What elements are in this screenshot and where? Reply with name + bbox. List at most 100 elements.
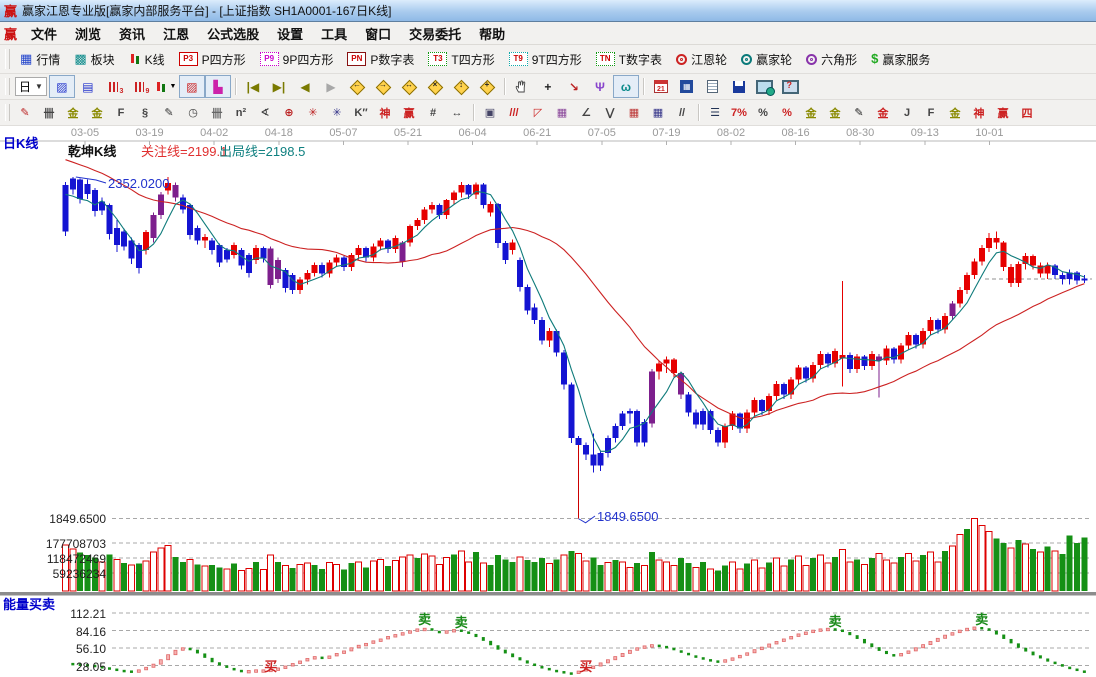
- draw-tool-spiral-tool[interactable]: §: [133, 101, 157, 124]
- draw-tool-grid-123[interactable]: #: [421, 101, 445, 124]
- menu-item-help[interactable]: 帮助: [470, 22, 514, 45]
- draw-tool-f-ruler[interactable]: F: [109, 101, 133, 124]
- draw-tool-h-extend[interactable]: ↔: [445, 101, 469, 124]
- toolbar-button-calendar[interactable]: 21: [648, 75, 674, 98]
- toolbar-button-notebook[interactable]: [700, 75, 726, 98]
- toolbar-button-drag-hand[interactable]: [509, 75, 535, 98]
- draw-tool-grid-red[interactable]: ▦: [622, 101, 646, 124]
- draw-tool-gann-web-box[interactable]: ✳: [325, 101, 349, 124]
- toolbar-button-t9-square[interactable]: T9 9T四方形: [502, 48, 589, 71]
- draw-tool-shen-angle[interactable]: 神: [967, 101, 991, 124]
- toolbar-button-k3-chart[interactable]: 3: [101, 75, 127, 98]
- menu-item-news[interactable]: 资讯: [110, 22, 154, 45]
- menu-item-tools[interactable]: 工具: [312, 22, 356, 45]
- draw-tool-ying-angle[interactable]: 赢: [991, 101, 1015, 124]
- toolbar-button-h-scale[interactable]: ↔: [396, 75, 422, 98]
- toolbar-button-save[interactable]: [726, 75, 752, 98]
- toolbar-button-market-quotes[interactable]: ▦ 行情: [13, 48, 67, 71]
- toolbar-button-k9-chart[interactable]: 9: [127, 75, 153, 98]
- chart-canvas[interactable]: [0, 126, 1096, 677]
- menu-item-file[interactable]: 文件: [22, 22, 66, 45]
- toolbar-button-t-square[interactable]: T3 T四方形: [421, 48, 501, 71]
- menu-item-trade-entrust[interactable]: 交易委托: [400, 22, 470, 45]
- toolbar-button-p9-square[interactable]: P9 9P四方形: [253, 48, 341, 71]
- toolbar-button-compress[interactable]: ×: [422, 75, 448, 98]
- draw-tool-parallel-lines[interactable]: //: [670, 101, 694, 124]
- chart-area[interactable]: 日K线 乾坤K线 关注线=2199.1 出局线=2198.5 2352.0200…: [0, 126, 1096, 677]
- toolbar-button-expand[interactable]: +: [474, 75, 500, 98]
- period-selector-dropdown[interactable]: 日 ▼: [15, 77, 47, 96]
- draw-tool-fan-lines[interactable]: ///: [502, 101, 526, 124]
- toolbar-button-winner-service[interactable]: $ 赢家服务: [864, 48, 937, 71]
- toolbar-button-goto-first[interactable]: |◀: [240, 75, 266, 98]
- draw-tool-pen-candle[interactable]: ✎: [847, 101, 871, 124]
- toolbar-button-p-square[interactable]: P3 P四方形: [172, 48, 253, 71]
- toolbar-button-next-bar[interactable]: ▶: [318, 75, 344, 98]
- draw-tool-zigzag[interactable]: ⋁: [598, 101, 622, 124]
- toolbar-button-candle-type[interactable]: ▼: [153, 75, 179, 98]
- toolbar-button-line-picker[interactable]: ↘: [561, 75, 587, 98]
- draw-tool-circle-cross[interactable]: ⊕: [277, 101, 301, 124]
- toolbar-button-volume-profile[interactable]: ▙: [204, 75, 231, 98]
- draw-tool-ruler-marks[interactable]: 卌: [37, 101, 61, 124]
- draw-tool-n-square[interactable]: n²: [229, 101, 253, 124]
- draw-tool-fan-box[interactable]: ◸: [526, 101, 550, 124]
- t-digit-table-icon: TN: [595, 52, 615, 66]
- toolbar-button-list-view[interactable]: ▤: [75, 75, 101, 98]
- draw-tool-angle-rays[interactable]: ∠: [574, 101, 598, 124]
- toolbar-button-network-data[interactable]: [752, 75, 778, 98]
- draw-tool-pen-ruler[interactable]: ✎: [157, 101, 181, 124]
- toolbar-button-winner-wheel[interactable]: Big赢家轮: [734, 48, 799, 71]
- toolbar-button-gann-wheel[interactable]: 江恩轮: [669, 48, 734, 71]
- draw-tool-ruler-dense[interactable]: 卌: [205, 101, 229, 124]
- draw-tool-golden-ruler-2[interactable]: 金: [85, 101, 109, 124]
- toolbar-button-pattern-red[interactable]: ▨: [178, 75, 205, 98]
- draw-tool-draw-knife[interactable]: ✎: [13, 101, 37, 124]
- draw-tool-box-select[interactable]: ▣: [478, 101, 502, 124]
- toolbar-button-shift-right[interactable]: →: [370, 75, 396, 98]
- toolbar-button-analysis-tool[interactable]: ω: [612, 75, 639, 98]
- draw-tool-gold-level[interactable]: 金: [823, 101, 847, 124]
- draw-tool-cycle-circle[interactable]: ◷: [181, 101, 205, 124]
- draw-tool-j-angle[interactable]: J: [895, 101, 919, 124]
- toolbar-button-calculator[interactable]: ▦: [674, 75, 700, 98]
- toolbar-grip: [5, 77, 10, 96]
- draw-tool-ying-grid[interactable]: 赢: [397, 101, 421, 124]
- draw-tool-si-angle[interactable]: 四: [1015, 101, 1039, 124]
- draw-tool-f-angle[interactable]: F: [919, 101, 943, 124]
- toolbar-button-sectors[interactable]: ▩ 板块: [67, 48, 121, 71]
- draw-tool-gold-circle[interactable]: 金: [799, 101, 823, 124]
- toolbar-button-gann-shape-tool[interactable]: Ψ: [587, 75, 613, 98]
- toolbar-button-pattern-view[interactable]: ▨: [48, 75, 75, 98]
- draw-tool-angle-mirror[interactable]: ∢: [253, 101, 277, 124]
- draw-tool-percent-line[interactable]: %: [775, 101, 799, 124]
- toolbar-button-hexagon[interactable]: 六角形: [799, 48, 864, 71]
- draw-tool-k-mark[interactable]: K″: [349, 101, 373, 124]
- toolbar-button-v-scale[interactable]: ↕: [448, 75, 474, 98]
- analysis-tool-icon: ω: [620, 79, 631, 94]
- toolbar-button-p-digit-table[interactable]: PN P数字表: [340, 48, 421, 71]
- v-scale-diamond-icon: ↕: [453, 79, 470, 95]
- draw-tool-grid-blue[interactable]: ▦: [646, 101, 670, 124]
- draw-tool-seven-percent[interactable]: 7%: [727, 101, 751, 124]
- toolbar-button-prev-bar[interactable]: ◀: [292, 75, 318, 98]
- draw-tool-wave-gold[interactable]: 金: [871, 101, 895, 124]
- toolbar-button-kline[interactable]: K线: [122, 48, 172, 71]
- draw-tool-gann-web[interactable]: ✳: [301, 101, 325, 124]
- menu-item-window[interactable]: 窗口: [356, 22, 400, 45]
- toolbar-button-remote-help[interactable]: [778, 75, 804, 98]
- draw-tool-percent[interactable]: %: [751, 101, 775, 124]
- draw-tool-golden-ruler[interactable]: 金: [61, 101, 85, 124]
- toolbar-button-shift-left[interactable]: ←: [344, 75, 370, 98]
- draw-tool-web-box-purple[interactable]: ▦: [550, 101, 574, 124]
- menu-item-gann[interactable]: 江恩: [154, 22, 198, 45]
- draw-tool-gold-angle[interactable]: 金: [943, 101, 967, 124]
- menu-item-formula-picker[interactable]: 公式选股: [198, 22, 268, 45]
- toolbar-button-goto-last[interactable]: ▶|: [266, 75, 292, 98]
- menu-item-browse[interactable]: 浏览: [66, 22, 110, 45]
- draw-tool-shen-grid[interactable]: 神: [373, 101, 397, 124]
- menu-item-settings[interactable]: 设置: [268, 22, 312, 45]
- toolbar-button-t-digit-table[interactable]: TN T数字表: [589, 48, 669, 71]
- toolbar-button-crosshair[interactable]: +: [535, 75, 561, 98]
- draw-tool-levels[interactable]: ☰: [703, 101, 727, 124]
